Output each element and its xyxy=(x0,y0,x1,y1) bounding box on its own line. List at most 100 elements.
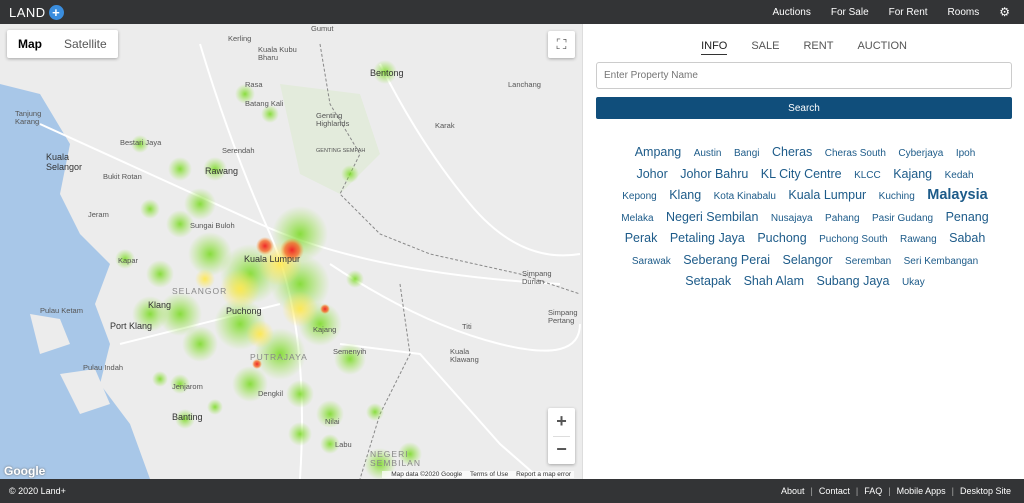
map-label: Bentong xyxy=(370,68,404,78)
location-link[interactable]: Johor Bahru xyxy=(680,167,748,181)
tab-info[interactable]: INFO xyxy=(701,40,728,55)
location-link[interactable]: Sarawak xyxy=(632,256,671,267)
location-link[interactable]: Shah Alam xyxy=(744,274,804,288)
map-type-control: Map Satellite xyxy=(7,30,118,58)
terms-link[interactable]: Terms of Use xyxy=(470,471,508,478)
tab-sale[interactable]: SALE xyxy=(751,40,779,55)
location-link[interactable]: Kepong xyxy=(622,191,656,202)
map-label: Karak xyxy=(435,121,455,130)
location-link[interactable]: Cyberjaya xyxy=(898,148,943,159)
location-link[interactable]: Puchong xyxy=(757,231,806,245)
map-label: Serendah xyxy=(222,146,255,155)
panel-tabs: INFO SALE RENT AUCTION xyxy=(583,40,1024,55)
location-link[interactable]: Kajang xyxy=(893,167,932,181)
location-link[interactable]: Negeri Sembilan xyxy=(666,210,758,224)
tab-auction[interactable]: AUCTION xyxy=(857,40,907,55)
map-label: Kerling xyxy=(228,34,252,43)
location-link[interactable]: Melaka xyxy=(621,213,653,224)
nav-for-sale[interactable]: For Sale xyxy=(831,7,869,18)
zoom-in-button[interactable]: + xyxy=(548,408,575,436)
map-label: Jeram xyxy=(88,210,109,219)
location-link[interactable]: Rawang xyxy=(900,234,937,245)
map-label: Bestari Jaya xyxy=(120,138,162,147)
location-link[interactable]: Subang Jaya xyxy=(817,274,890,288)
location-link[interactable]: Ukay xyxy=(902,277,925,288)
zoom-control: + − xyxy=(548,408,575,464)
location-link[interactable]: Johor xyxy=(636,167,667,181)
location-link[interactable]: Nusajaya xyxy=(771,213,813,224)
map-label: Dengkil xyxy=(258,389,284,398)
location-link[interactable]: Pahang xyxy=(825,213,859,224)
location-link[interactable]: Setapak xyxy=(685,274,731,288)
report-error-link[interactable]: Report a map error xyxy=(516,471,571,478)
location-link[interactable]: Malaysia xyxy=(927,187,987,203)
footer-contact-link[interactable]: Contact xyxy=(819,486,850,496)
location-link[interactable]: Cheras xyxy=(772,145,812,159)
top-nav: Auctions For Sale For Rent Rooms ⚙ xyxy=(772,0,1024,24)
map-label: Rasa xyxy=(245,80,263,89)
heatmap-layer xyxy=(115,60,422,479)
location-link[interactable]: Bangi xyxy=(734,148,760,159)
location-link[interactable]: Perak xyxy=(625,231,658,245)
location-link[interactable]: Seri Kembangan xyxy=(904,256,979,267)
nav-rooms[interactable]: Rooms xyxy=(948,7,980,18)
location-link[interactable]: Austin xyxy=(694,148,722,159)
map-label: Klang xyxy=(148,300,172,310)
location-link[interactable]: Kuching xyxy=(879,191,915,202)
map-label: Banting xyxy=(172,412,203,422)
gear-icon[interactable]: ⚙ xyxy=(999,5,1010,19)
location-link[interactable]: Kedah xyxy=(945,170,974,181)
fullscreen-icon[interactable]: ⛶ xyxy=(548,31,575,58)
location-link[interactable]: Klang xyxy=(669,188,701,202)
zoom-out-button[interactable]: − xyxy=(548,436,575,464)
location-link[interactable]: Kuala Lumpur xyxy=(788,188,866,202)
location-link[interactable]: KL City Centre xyxy=(761,167,842,181)
footer-links: About | Contact | FAQ | Mobile Apps | De… xyxy=(780,486,1011,496)
location-link[interactable]: Ipoh xyxy=(956,148,975,159)
map-label: NEGERI SEMBILAN xyxy=(370,449,421,468)
location-link[interactable]: KLCC xyxy=(854,170,881,181)
location-link[interactable]: Ampang xyxy=(635,145,682,159)
nav-auctions[interactable]: Auctions xyxy=(772,7,810,18)
logo-plus-icon: + xyxy=(48,4,64,20)
location-link[interactable]: Pasir Gudang xyxy=(872,213,933,224)
footer: © 2020 Land+ About | Contact | FAQ | Mob… xyxy=(0,479,1024,503)
location-link[interactable]: Sabah xyxy=(949,231,985,245)
map-label: SELANGOR xyxy=(172,286,228,296)
location-link[interactable]: Petaling Jaya xyxy=(670,231,745,245)
google-logo: Google xyxy=(4,464,46,478)
map-label: GENTING SEMPAH xyxy=(316,148,366,154)
nav-for-rent[interactable]: For Rent xyxy=(889,7,928,18)
logo[interactable]: LAND + xyxy=(9,3,64,21)
location-link[interactable]: Puchong South xyxy=(819,234,887,245)
map-label: Kuala Klawang xyxy=(450,347,479,364)
location-link[interactable]: Kota Kinabalu xyxy=(714,191,776,202)
map-label: Port Klang xyxy=(110,321,153,331)
map-label: Kuala Kubu Bharu xyxy=(258,45,297,62)
map-type-map-button[interactable]: Map xyxy=(7,30,53,58)
map-canvas xyxy=(0,43,581,479)
footer-about-link[interactable]: About xyxy=(781,486,805,496)
footer-desktop-site-link[interactable]: Desktop Site xyxy=(960,486,1011,496)
location-link[interactable]: Selangor xyxy=(783,253,833,267)
location-link[interactable]: Seberang Perai xyxy=(683,253,770,267)
footer-faq-link[interactable]: FAQ xyxy=(864,486,882,496)
location-link[interactable]: Seremban xyxy=(845,256,891,267)
property-search-input[interactable] xyxy=(596,62,1012,89)
map-label: Lanchang xyxy=(508,80,541,89)
map-label: Kuala Lumpur xyxy=(244,254,301,264)
map-label: Pulau Ketam xyxy=(40,306,83,315)
tab-rent[interactable]: RENT xyxy=(803,40,833,55)
map-label: Jenjarom xyxy=(172,382,203,391)
search-button[interactable]: Search xyxy=(596,97,1012,119)
map-label: Genting Highlands xyxy=(316,111,350,128)
location-link[interactable]: Penang xyxy=(946,210,989,224)
map-label: Batang Kali xyxy=(245,99,284,108)
map-label: Puchong xyxy=(226,306,262,316)
location-link[interactable]: Cheras South xyxy=(825,148,886,159)
footer-mobile-apps-link[interactable]: Mobile Apps xyxy=(897,486,946,496)
map-label: Semenyih xyxy=(333,347,367,356)
map-label: Nilai xyxy=(325,417,340,426)
map-type-satellite-button[interactable]: Satellite xyxy=(53,30,118,58)
map-view[interactable]: Gumut Kerling Kuala Kubu Bharu Rasa Bata… xyxy=(0,24,582,479)
